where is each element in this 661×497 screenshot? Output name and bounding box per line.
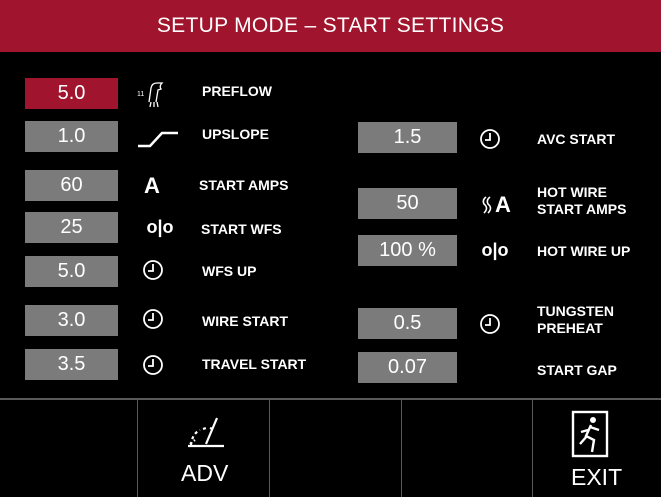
start-amps-label: START AMPS <box>199 177 289 193</box>
exit-button[interactable]: EXIT <box>532 400 661 497</box>
softkey-4[interactable] <box>401 400 533 497</box>
clock-icon <box>477 126 503 152</box>
wire-feed-icon: o|o <box>146 217 174 237</box>
preflow-value[interactable]: 5.0 <box>25 78 118 109</box>
clock-icon <box>477 311 503 337</box>
wfs-up-label: WFS UP <box>202 263 257 279</box>
upslope-label: UPSLOPE <box>202 126 269 142</box>
tungsten-preheat-value[interactable]: 0.5 <box>358 308 457 339</box>
upslope-value[interactable]: 1.0 <box>25 121 118 152</box>
avc-start-value[interactable]: 1.5 <box>358 122 457 153</box>
wire-start-label: WIRE START <box>202 313 289 329</box>
hot-wire-start-amps-value[interactable]: 50 <box>358 188 457 219</box>
adv-button[interactable]: ADV <box>137 400 270 497</box>
hot-wire-up-value[interactable]: 100 % <box>358 235 457 266</box>
softkey-3[interactable] <box>269 400 402 497</box>
start-wfs-label: START WFS <box>201 221 282 237</box>
preflow-icon: 11 <box>136 78 166 109</box>
start-amps-value[interactable]: 60 <box>25 170 118 201</box>
hot-wire-amps-icon: A <box>474 190 518 220</box>
start-wfs-value[interactable]: 25 <box>25 212 118 243</box>
adv-label: ADV <box>181 460 229 486</box>
avc-start-label: AVC START <box>537 131 616 147</box>
amps-icon: A <box>144 172 160 198</box>
tungsten-preheat-label: TUNGSTEN PREHEAT <box>537 303 614 336</box>
start-gap-label: START GAP <box>537 362 617 378</box>
upslope-icon <box>136 122 180 150</box>
travel-start-value[interactable]: 3.5 <box>25 349 118 380</box>
title-bar: SETUP MODE – START SETTINGS <box>0 0 661 52</box>
page-title: SETUP MODE – START SETTINGS <box>156 14 505 37</box>
wire-start-value[interactable]: 3.0 <box>25 305 118 336</box>
clock-icon <box>140 306 166 332</box>
clock-icon <box>140 257 166 283</box>
exit-label: EXIT <box>571 464 623 490</box>
start-gap-value[interactable]: 0.07 <box>358 352 457 383</box>
advanced-gauge-icon <box>186 414 226 453</box>
exit-door-icon <box>568 410 612 463</box>
wfs-up-value[interactable]: 5.0 <box>25 256 118 287</box>
softkey-1[interactable] <box>0 400 138 497</box>
preflow-label: PREFLOW <box>202 83 272 99</box>
travel-start-label: TRAVEL START <box>202 356 307 372</box>
softkey-bar: ADV EXIT <box>0 398 661 497</box>
clock-icon <box>140 352 166 378</box>
svg-text:11: 11 <box>137 91 144 98</box>
hot-wire-start-amps-label: HOT WIRE START AMPS <box>537 184 627 217</box>
hot-wire-up-label: HOT WIRE UP <box>537 243 631 259</box>
wire-feed-icon: o|o <box>481 240 509 260</box>
